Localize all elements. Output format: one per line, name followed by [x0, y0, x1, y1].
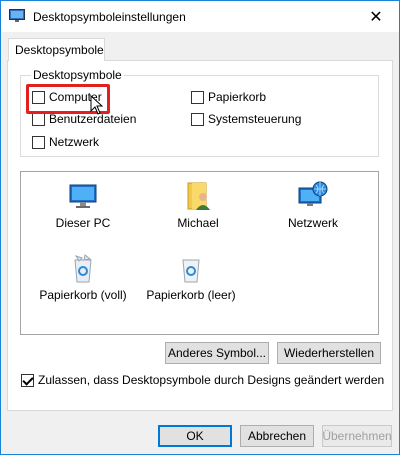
- checkbox-systemsteuerung[interactable]: Systemsteuerung: [191, 112, 301, 126]
- user-folder-icon: [187, 182, 210, 210]
- icon-item-dieser-pc[interactable]: Dieser PC: [33, 180, 133, 230]
- group-label: Desktopsymbole: [31, 68, 124, 82]
- icon-preview-list[interactable]: Dieser PC Michael Netzwerk Papierkorb (v…: [20, 171, 379, 335]
- checkbox-box[interactable]: [191, 90, 204, 104]
- checkbox-netzwerk[interactable]: Netzwerk: [32, 135, 99, 149]
- mouse-cursor-icon: [90, 95, 104, 115]
- change-icon-button[interactable]: Anderes Symbol...: [165, 342, 269, 364]
- checkbox-label: Netzwerk: [49, 135, 100, 149]
- checkbox-label: Zulassen, dass Desktopsymbole durch Desi…: [38, 373, 385, 387]
- icon-item-papierkorb-voll[interactable]: Papierkorb (voll): [33, 252, 133, 302]
- icon-label: Papierkorb (leer): [146, 288, 236, 302]
- window-title: Desktopsymboleinstellungen: [33, 10, 186, 24]
- checkbox-box[interactable]: [32, 112, 45, 126]
- icon-label: Papierkorb (voll): [39, 288, 127, 302]
- icon-item-papierkorb-leer[interactable]: Papierkorb (leer): [141, 252, 241, 302]
- icon-label: Netzwerk: [287, 216, 338, 230]
- checkbox-box[interactable]: [32, 135, 45, 149]
- restore-button[interactable]: Wiederherstellen: [277, 342, 381, 364]
- allow-themes-checkbox[interactable]: Zulassen, dass Desktopsymbole durch Desi…: [21, 373, 384, 387]
- checkbox-label: Systemsteuerung: [208, 112, 302, 126]
- cancel-button[interactable]: Abbrechen: [240, 425, 314, 447]
- checkbox-benutzerdateien[interactable]: Benutzerdateien: [32, 112, 136, 126]
- desktop-icon: [9, 9, 25, 22]
- checkbox-label: Papierkorb: [208, 90, 267, 104]
- recycle-bin-full-icon: [74, 254, 92, 283]
- close-icon: ✕: [369, 8, 383, 26]
- icon-label: Dieser PC: [55, 216, 111, 230]
- icon-item-michael[interactable]: Michael: [148, 180, 248, 230]
- apply-button[interactable]: Übernehmen: [322, 425, 392, 447]
- recycle-bin-empty-icon: [182, 259, 200, 283]
- close-button[interactable]: ✕: [353, 1, 399, 32]
- checkbox-box[interactable]: [191, 112, 204, 126]
- dialog-window: Desktopsymboleinstellungen ✕ Desktopsymb…: [0, 0, 400, 455]
- icon-item-netzwerk[interactable]: Netzwerk: [263, 180, 363, 230]
- title-bar[interactable]: Desktopsymboleinstellungen ✕: [1, 1, 399, 32]
- ok-button[interactable]: OK: [158, 425, 232, 447]
- tab-desktopsymbole[interactable]: Desktopsymbole: [8, 38, 105, 61]
- checkbox-box[interactable]: [21, 373, 34, 387]
- checkbox-papierkorb[interactable]: Papierkorb: [191, 90, 266, 104]
- monitor-icon: [69, 184, 97, 208]
- icon-label: Michael: [177, 216, 219, 230]
- network-icon: [298, 181, 328, 206]
